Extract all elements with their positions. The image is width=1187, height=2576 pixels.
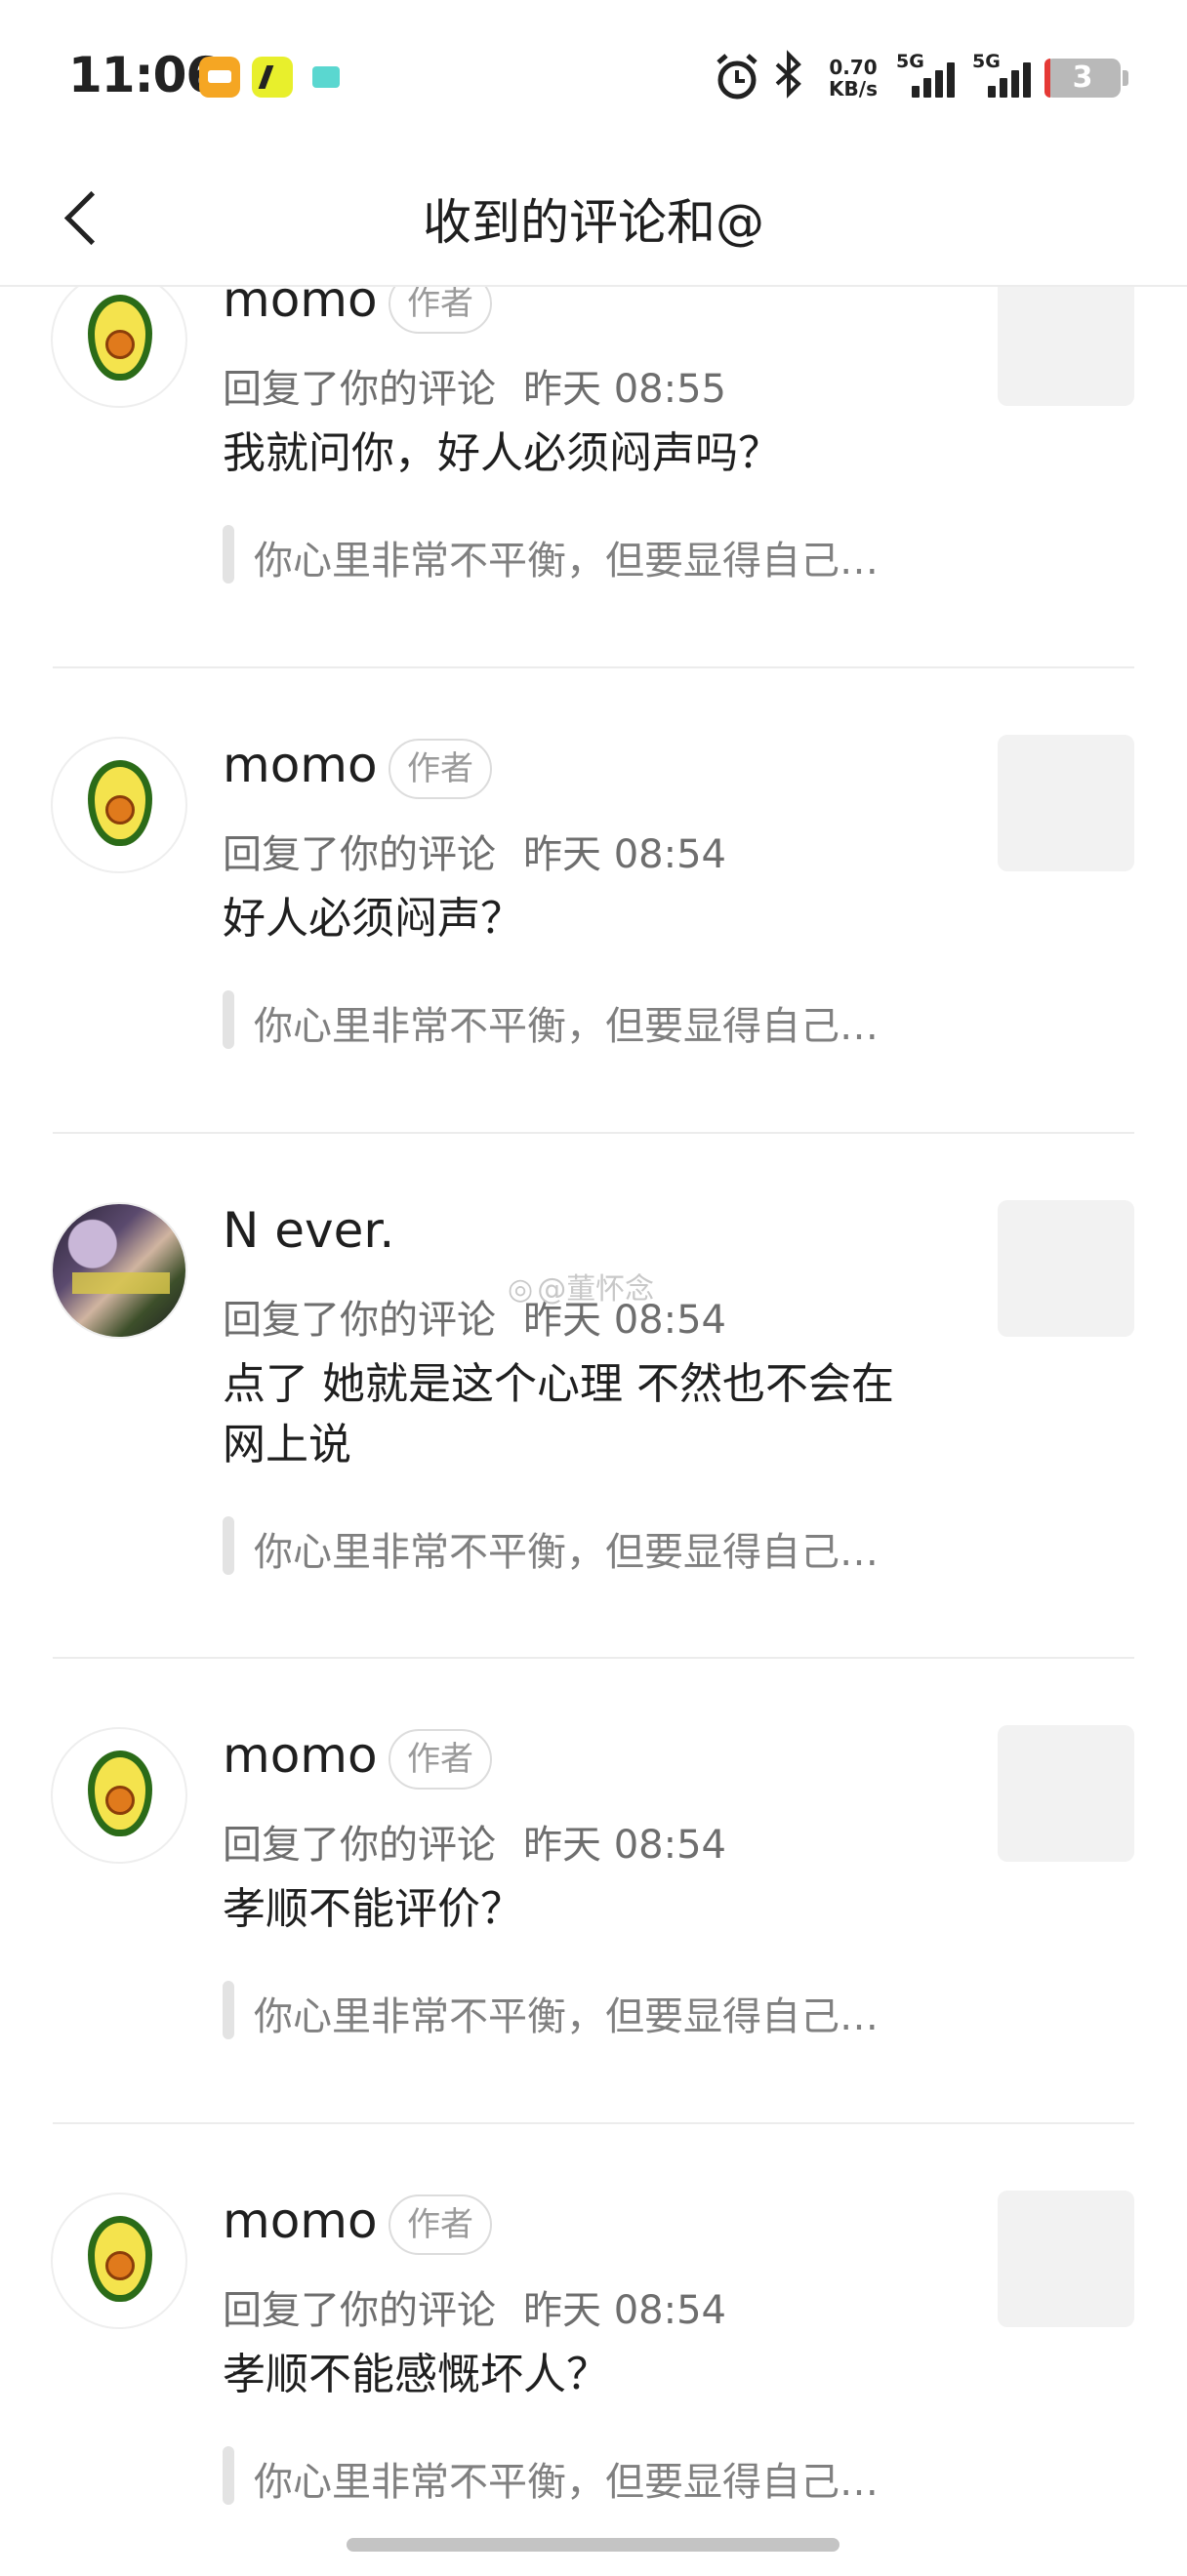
quote-text: 你心里非常不平衡，但要显得自己… xyxy=(254,2460,879,2505)
reply-action: 回复了你的评论 xyxy=(223,2288,496,2333)
comment-list[interactable]: momo 作者 回复了你的评论 昨天 08:55 我就问你，好人必须闷声吗？ 你心… xyxy=(0,285,1187,2576)
watermark: @董怀念 xyxy=(508,1265,654,1308)
reply-meta: 回复了你的评论 昨天 08:54 xyxy=(223,2278,726,2335)
avocado-avatar-icon xyxy=(88,760,152,846)
nav-bar: 收到的评论和@ xyxy=(0,146,1187,287)
reply-action: 回复了你的评论 xyxy=(223,1823,496,1868)
reply-meta: 回复了你的评论 昨天 08:54 xyxy=(223,823,726,879)
list-item[interactable]: momo 作者 回复了你的评论 昨天 08:55 我就问你，好人必须闷声吗？ 你心… xyxy=(0,285,1187,668)
quoted-comment[interactable]: 你心里非常不平衡，但要显得自己… xyxy=(223,990,906,1049)
post-thumbnail[interactable] xyxy=(998,2191,1134,2327)
signal-icon: 5G xyxy=(972,51,1037,98)
quoted-comment[interactable]: 你心里非常不平衡，但要显得自己… xyxy=(223,525,906,584)
sim1-label: 5G xyxy=(896,51,924,72)
quote-text: 你心里非常不平衡，但要显得自己… xyxy=(254,1530,879,1575)
avatar[interactable] xyxy=(51,737,187,873)
quote-bar xyxy=(223,2446,234,2505)
quoted-comment[interactable]: 你心里非常不平衡，但要显得自己… xyxy=(223,2446,906,2505)
reply-time: 昨天 08:54 xyxy=(523,1823,726,1868)
status-bar: 11:06 0.70 KB/s 5G 5G 3 xyxy=(0,0,1187,146)
user-name[interactable]: momo xyxy=(223,2193,378,2249)
page-title: 收到的评论和@ xyxy=(423,194,764,251)
comment-text[interactable]: 好人必须闷声？ xyxy=(223,889,925,949)
home-indicator[interactable] xyxy=(347,2538,839,2552)
quote-bar xyxy=(223,1516,234,1575)
author-badge: 作者 xyxy=(389,739,492,799)
avatar[interactable] xyxy=(51,285,187,408)
list-item[interactable]: momo 作者 回复了你的评论 昨天 08:54 孝顺不能评价？ 你心里非常不平衡… xyxy=(0,1659,1187,2124)
avocado-avatar-icon xyxy=(88,2216,152,2302)
post-thumbnail[interactable] xyxy=(998,285,1134,406)
net-speed-value: 0.70 xyxy=(829,56,878,79)
signal-icon: 5G xyxy=(896,51,961,98)
app-teal-icon xyxy=(307,57,348,98)
author-badge: 作者 xyxy=(389,2194,492,2255)
user-name[interactable]: momo xyxy=(223,285,378,328)
sim2-label: 5G xyxy=(972,51,1001,72)
list-item[interactable]: momo 作者 回复了你的评论 昨天 08:54 孝顺不能感慨坏人？ 你心里非常不… xyxy=(0,2124,1187,2576)
app-orange-icon xyxy=(199,57,240,98)
quote-bar xyxy=(223,1981,234,2039)
avatar[interactable] xyxy=(51,1202,187,1339)
reply-action: 回复了你的评论 xyxy=(223,1298,496,1343)
photo-avatar-icon xyxy=(53,1204,185,1337)
reply-time: 昨天 08:54 xyxy=(523,2288,726,2333)
quote-text: 你心里非常不平衡，但要显得自己… xyxy=(254,1004,879,1049)
post-thumbnail[interactable] xyxy=(998,1200,1134,1337)
quote-text: 你心里非常不平衡，但要显得自己… xyxy=(254,1994,879,2039)
quoted-comment[interactable]: 你心里非常不平衡，但要显得自己… xyxy=(223,1981,906,2039)
quoted-comment[interactable]: 你心里非常不平衡，但要显得自己… xyxy=(223,1516,906,1575)
network-speed: 0.70 KB/s xyxy=(826,57,880,111)
user-name[interactable]: momo xyxy=(223,1727,378,1784)
quote-bar xyxy=(223,990,234,1049)
reply-time: 昨天 08:55 xyxy=(523,367,726,412)
comment-text[interactable]: 点了 她就是这个心理 不然也不会在网上说 xyxy=(223,1354,925,1475)
post-thumbnail[interactable] xyxy=(998,1725,1134,1862)
comment-text[interactable]: 孝顺不能评价？ xyxy=(223,1879,925,1940)
reply-action: 回复了你的评论 xyxy=(223,367,496,412)
quote-bar xyxy=(223,525,234,584)
alarm-icon xyxy=(716,54,757,100)
reply-action: 回复了你的评论 xyxy=(223,832,496,877)
bluetooth-icon xyxy=(775,50,801,99)
list-item[interactable]: momo 作者 回复了你的评论 昨天 08:54 好人必须闷声？ 你心里非常不平衡… xyxy=(0,668,1187,1134)
avocado-avatar-icon xyxy=(88,1751,152,1836)
author-badge: 作者 xyxy=(389,1729,492,1790)
comment-text[interactable]: 我就问你，好人必须闷声吗？ xyxy=(223,423,925,484)
user-name[interactable]: momo xyxy=(223,737,378,793)
reply-meta: 回复了你的评论 昨天 08:55 xyxy=(223,357,726,414)
user-name[interactable]: N ever. xyxy=(223,1202,394,1259)
post-thumbnail[interactable] xyxy=(998,735,1134,871)
avatar[interactable] xyxy=(51,2193,187,2329)
author-badge: 作者 xyxy=(389,285,492,334)
comment-text[interactable]: 孝顺不能感慨坏人？ xyxy=(223,2345,925,2405)
avocado-avatar-icon xyxy=(88,295,152,381)
battery-level: 3 xyxy=(1072,60,1093,95)
avatar[interactable] xyxy=(51,1727,187,1864)
quote-text: 你心里非常不平衡，但要显得自己… xyxy=(254,539,879,584)
status-time: 11:06 xyxy=(68,47,220,103)
list-item[interactable]: N ever. 回复了你的评论 昨天 08:54 点了 她就是这个心理 不然也不会… xyxy=(0,1134,1187,1659)
reply-time: 昨天 08:54 xyxy=(523,832,726,877)
battery-icon: 3 xyxy=(1044,59,1128,98)
net-speed-unit: KB/s xyxy=(829,77,878,101)
reply-meta: 回复了你的评论 昨天 08:54 xyxy=(223,1813,726,1870)
app-yellow-icon xyxy=(252,57,293,98)
